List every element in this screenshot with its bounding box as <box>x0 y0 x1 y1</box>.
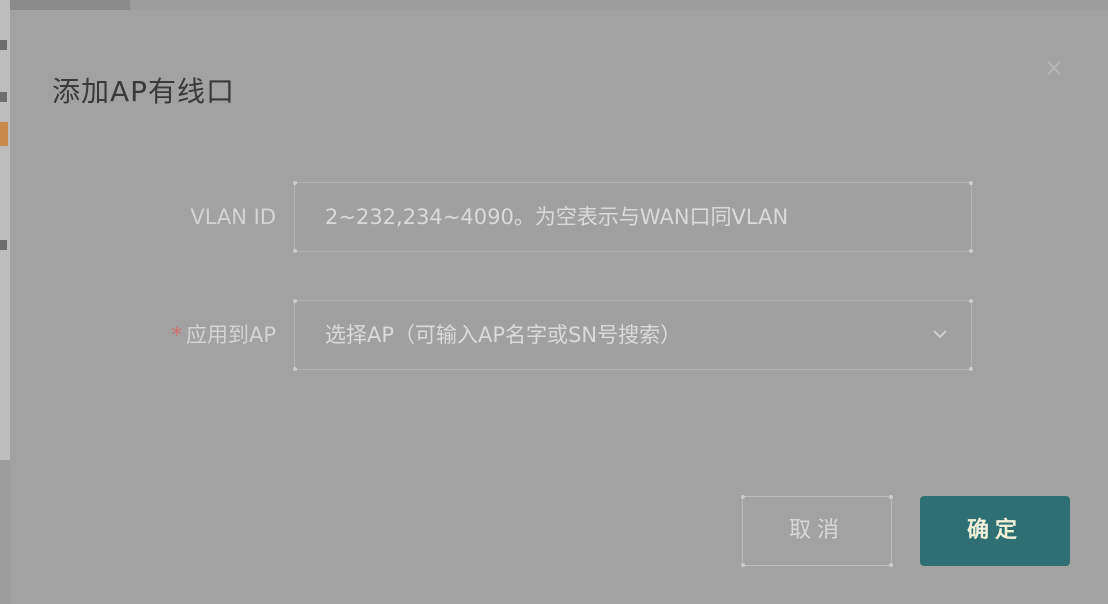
background-mark <box>0 40 7 50</box>
field-corner <box>969 299 973 303</box>
apply-to-ap-label: * 应用到AP <box>171 300 276 370</box>
button-corner <box>889 495 893 499</box>
cancel-button-label: 取消 <box>788 518 845 543</box>
required-mark: * <box>171 323 182 347</box>
apply-to-ap-label-text: 应用到AP <box>185 323 276 347</box>
field-corner <box>293 367 297 371</box>
button-corner <box>889 563 893 567</box>
vlan-id-label: VLAN ID <box>190 205 276 229</box>
field-corner <box>293 249 297 253</box>
apply-to-ap-placeholder: 选择AP（可输入AP名字或SN号搜索） <box>325 323 682 347</box>
button-corner <box>741 495 745 499</box>
button-corner <box>741 563 745 567</box>
apply-to-ap-row: * 应用到AP 选择AP（可输入AP名字或SN号搜索） <box>10 299 1108 371</box>
confirm-button[interactable]: 确定 <box>920 496 1070 566</box>
field-corner <box>293 299 297 303</box>
background-header <box>0 0 130 10</box>
add-ap-wired-port-dialog: 添加AP有线口 VLAN ID 2~232,234~4090。为空表示与WAN口… <box>10 10 1108 604</box>
background-highlight <box>0 122 8 146</box>
apply-to-ap-select[interactable]: 选择AP（可输入AP名字或SN号搜索） <box>293 299 973 371</box>
chevron-down-icon <box>933 330 947 339</box>
vlan-id-input[interactable]: 2~232,234~4090。为空表示与WAN口同VLAN <box>293 181 973 253</box>
cancel-button[interactable]: 取消 <box>741 495 893 567</box>
dialog-title: 添加AP有线口 <box>52 75 236 108</box>
field-corner <box>969 249 973 253</box>
vlan-id-placeholder: 2~232,234~4090。为空表示与WAN口同VLAN <box>325 205 789 229</box>
background-mark <box>0 240 7 250</box>
confirm-button-label: 确定 <box>966 518 1023 543</box>
field-corner <box>969 367 973 371</box>
background-page-edge <box>0 0 10 460</box>
close-icon[interactable] <box>1044 58 1064 78</box>
field-corner <box>969 181 973 185</box>
background-mark <box>0 92 7 102</box>
vlan-id-row: VLAN ID 2~232,234~4090。为空表示与WAN口同VLAN <box>10 181 1108 253</box>
field-corner <box>293 181 297 185</box>
close-icon-glyph <box>1047 61 1061 75</box>
